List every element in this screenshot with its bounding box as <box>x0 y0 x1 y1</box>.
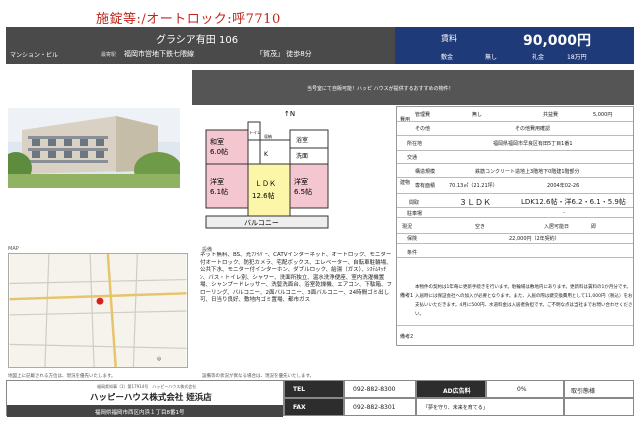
rent-label: 賃料 <box>441 34 457 43</box>
note-right: 設備等の状況が異なる場合は、現況を優先いたします。 <box>202 374 315 379</box>
remarks2-label: 備考2 <box>400 334 414 340</box>
rent-box: 賃料 90,000円 敷金 無し 礼金 18万円 <box>395 27 634 64</box>
building-photo <box>8 108 180 188</box>
remarks-label: 備考1 <box>400 293 414 299</box>
address-value: 福岡県福岡市早良区有田5丁目1番1 <box>493 141 573 147</box>
line-label: 最寄駅 <box>101 52 117 58</box>
balcony-label: バルコニー <box>244 219 279 227</box>
room-western-right-size: 6.5帖 <box>294 187 312 196</box>
mgmt-label: 管理費 <box>415 112 431 118</box>
area-map: ◎ <box>8 253 188 368</box>
license-text: 福岡県知事（1）第17914号 ハッピーハウス株式会社 <box>97 384 197 389</box>
other-value: その他費用確認 <box>515 126 551 132</box>
key-money-label: 礼金 <box>532 54 545 61</box>
building-name: グラシア有田 106 <box>156 35 239 46</box>
toilet-label: トイレ <box>249 130 261 135</box>
parking-label: 駐車場 <box>407 211 423 217</box>
bath-label: 浴室 <box>296 136 308 144</box>
remarks-text: 本物件の契約は1年毎に更新手続きを行います。駐輪場は敷地内にあります。更新料は賃… <box>415 285 633 317</box>
footer: 福岡県知事（1）第17914号 ハッピーハウス株式会社 ハッピーハウス株式会社 … <box>6 380 634 417</box>
insurance-value: 22,000円（2年契約） <box>509 236 560 242</box>
room-western-left: 洋室 <box>210 177 224 186</box>
group-building: 建物 <box>400 180 411 186</box>
ad-label: AD広告料 <box>416 380 486 398</box>
tel-label: TEL <box>284 380 344 398</box>
map-scale-icon: ◎ <box>157 356 162 362</box>
fax-number: 092-882-8301 <box>344 398 416 416</box>
company-address: 福岡県福岡市西区内浜１丁目8番1号 <box>7 405 283 417</box>
layout-label: 間取 <box>409 200 420 206</box>
company-name: ハッピーハウス株式会社 姪浜店 <box>90 393 212 403</box>
washroom-label: 洗面 <box>296 152 308 160</box>
common-label: 共益費 <box>543 112 559 118</box>
company-box: 福岡県知事（1）第17914号 ハッピーハウス株式会社 ハッピーハウス株式会社 … <box>6 380 284 417</box>
room-washitsu-size: 6.0帖 <box>210 147 228 156</box>
status-label: 現況 <box>402 224 413 230</box>
deposit-value: 無し <box>485 54 498 61</box>
station-walk: 「賀茂」 徒歩8分 <box>256 50 312 58</box>
footer-blank-cell <box>564 398 634 416</box>
catch-phrase: 「夢を守り、未来を育てる」 <box>416 398 564 416</box>
property-info-table: 費用 管理費 無し 共益費 5,000円 その他 その他費用確認 所在地 福岡県… <box>396 106 634 346</box>
tel-number: 092-882-8300 <box>344 380 416 398</box>
type-tag: マンション・ビル <box>10 52 59 59</box>
address-label: 所在地 <box>407 141 423 147</box>
room-ldk-size: 12.6帖 <box>252 191 275 200</box>
parking-value: - <box>563 210 565 216</box>
ad-value: 0% <box>486 380 564 398</box>
other-label: その他 <box>415 126 431 132</box>
common-value: 5,000円 <box>593 112 613 118</box>
features-label: 条件 <box>407 250 418 256</box>
key-money-value: 18万円 <box>567 54 587 61</box>
room-washitsu: 和室 <box>210 137 224 146</box>
layout-detail: LDK12.6帖・洋6.2・6.1・5.9帖 <box>521 198 626 206</box>
note-left: 地図上に記載される方位は、現況を優先いたします。 <box>8 374 116 379</box>
move-in-label: 入居可能日 <box>544 224 570 230</box>
structure-value: 鉄筋コンクリート造地上3階地下0階建1階部分 <box>475 169 580 175</box>
line-name: 福岡市営地下鉄七隈線 <box>124 50 194 58</box>
move-in-value: 即 <box>591 224 597 230</box>
structure-label: 構造規模 <box>415 169 436 175</box>
property-marker-icon <box>96 297 104 305</box>
banner-text: 当号室にて自販可能！ハッピ ハウスが提供するおすすめの物件！ <box>307 86 454 92</box>
promo-banner: 当号室にて自販可能！ハッピ ハウスが提供するおすすめの物件！ <box>192 70 634 105</box>
rent-value: 90,000円 <box>523 33 592 49</box>
facilities-text: ネット無料、BS、光ﾌｧｲﾊﾞｰ、CATVインターネット、オートロック、モニター… <box>200 252 392 303</box>
room-western-right: 洋室 <box>294 177 308 186</box>
north-compass-icon: ↑N <box>284 110 295 118</box>
floor-plan: ↑N 和室 6.0帖 洋室 6.1帖 ＬＤＫ 12.6帖 洋室 6.5帖 K 浴… <box>200 108 340 238</box>
area-value: 70.13㎡（21.21坪） <box>449 183 498 189</box>
room-ldk: ＬＤＫ <box>255 180 276 188</box>
deposit-label: 敷金 <box>441 54 454 61</box>
map-label: MAP <box>8 246 19 252</box>
transport-label: 交通 <box>407 155 418 161</box>
fax-label: FAX <box>284 398 344 416</box>
room-western-left-size: 6.1帖 <box>210 187 228 196</box>
built-value: 2004年02-26 <box>547 183 580 189</box>
status-value: 空き <box>475 224 486 230</box>
mgmt-value: 無し <box>472 112 483 118</box>
insurance-label: 保険 <box>407 236 418 242</box>
deal-label: 取引態様 <box>564 380 634 398</box>
area-label: 専有面積 <box>415 183 436 189</box>
storage-label: 収納 <box>264 133 272 139</box>
handwritten-note: 施錠等:/オートロック:呼7710 <box>96 12 281 27</box>
